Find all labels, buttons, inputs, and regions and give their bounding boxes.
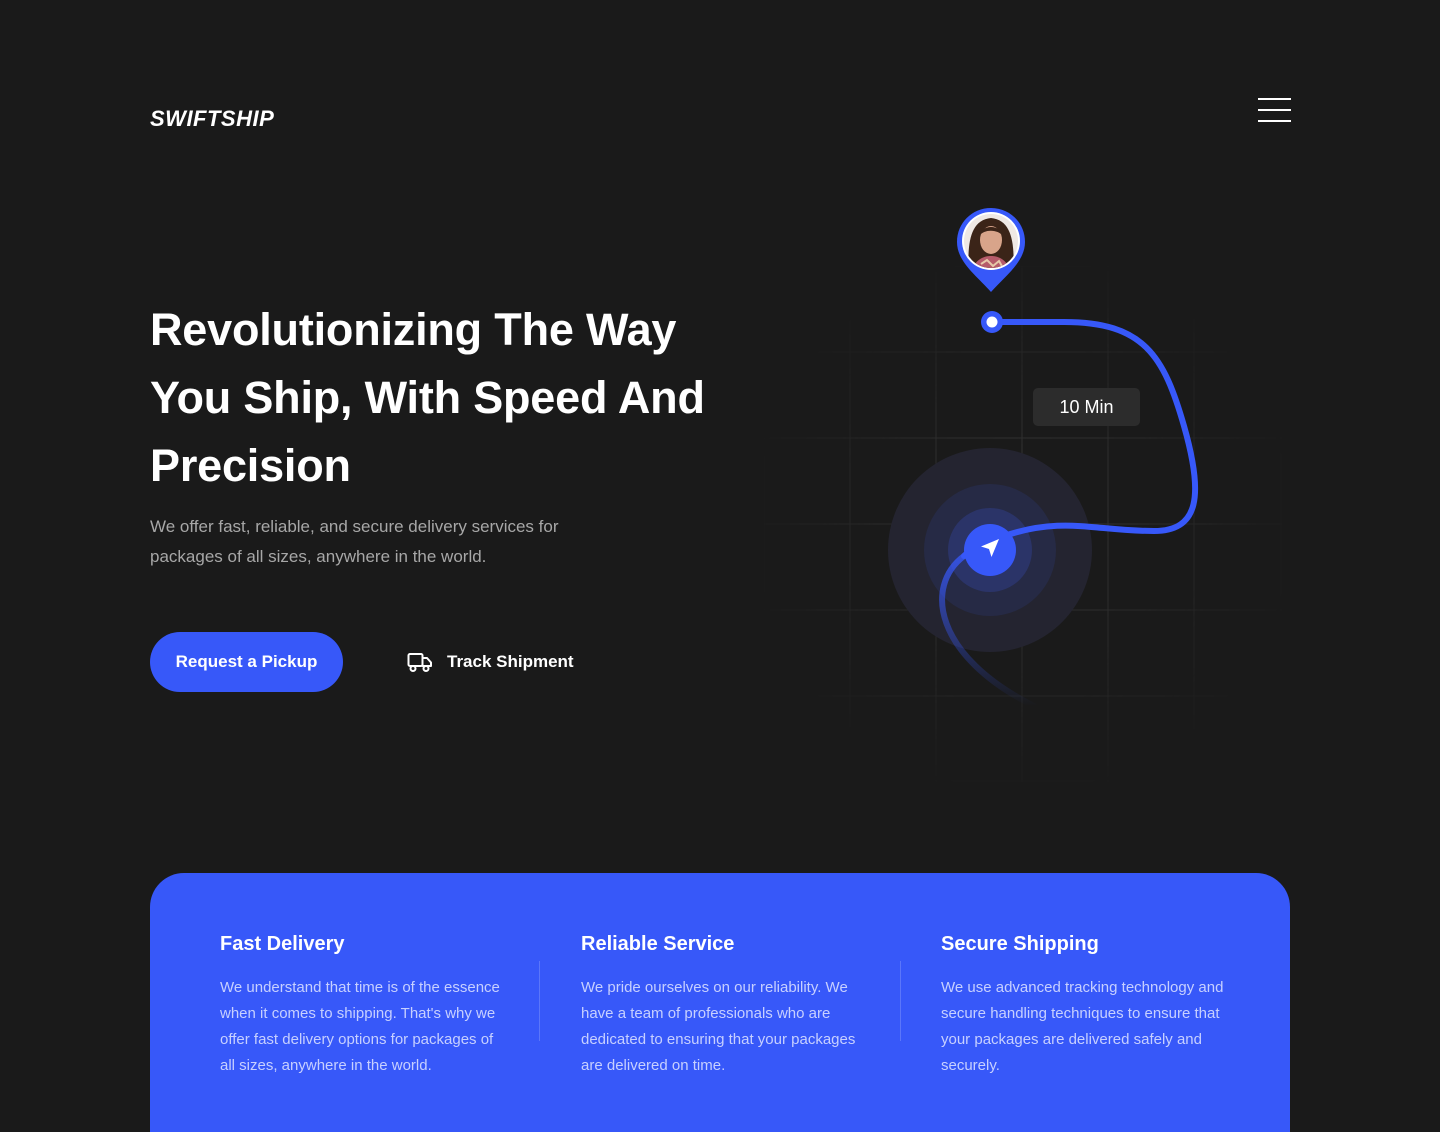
feature-title: Reliable Service	[581, 933, 735, 955]
eta-badge: 10 Min	[1033, 388, 1140, 426]
feature-description: We understand that time is of the essenc…	[220, 979, 500, 1074]
feature-divider	[539, 961, 540, 1041]
menu-line	[1258, 120, 1291, 122]
request-pickup-button[interactable]: Request a Pickup	[150, 632, 343, 692]
feature-description: We use advanced tracking technology and …	[941, 979, 1224, 1074]
truck-icon	[407, 651, 433, 673]
feature-description: We pride ourselves on our reliability. W…	[581, 979, 856, 1074]
landing-page: SWIFTSHIP Revolutionizing The Way You Sh…	[0, 0, 1440, 1132]
hero-subtitle: We offer fast, reliable, and secure deli…	[150, 517, 559, 566]
delivery-map	[764, 266, 1282, 782]
feature-reliable-service: Reliable Service We pride ourselves on o…	[581, 931, 871, 1079]
track-shipment-button[interactable]: Track Shipment	[407, 646, 574, 678]
feature-divider	[900, 961, 901, 1041]
feature-title: Fast Delivery	[220, 933, 345, 955]
map-grid	[764, 266, 1282, 782]
menu-line	[1258, 109, 1291, 111]
current-location-marker[interactable]	[964, 524, 1016, 576]
hero-title: Revolutionizing The Way You Ship, With S…	[150, 304, 705, 491]
brand-logo[interactable]: SWIFTSHIP	[150, 106, 274, 132]
feature-fast-delivery: Fast Delivery We understand that time is…	[220, 931, 510, 1079]
avatar-location-pin-icon[interactable]	[955, 206, 1027, 294]
feature-title: Secure Shipping	[941, 933, 1099, 955]
menu-line	[1258, 98, 1291, 100]
navigation-arrow-icon	[978, 536, 1002, 565]
hamburger-menu-icon[interactable]	[1258, 96, 1292, 124]
track-shipment-label: Track Shipment	[447, 652, 574, 671]
feature-secure-shipping: Secure Shipping We use advanced tracking…	[941, 931, 1231, 1079]
features-panel: Fast Delivery We understand that time is…	[150, 873, 1290, 1132]
